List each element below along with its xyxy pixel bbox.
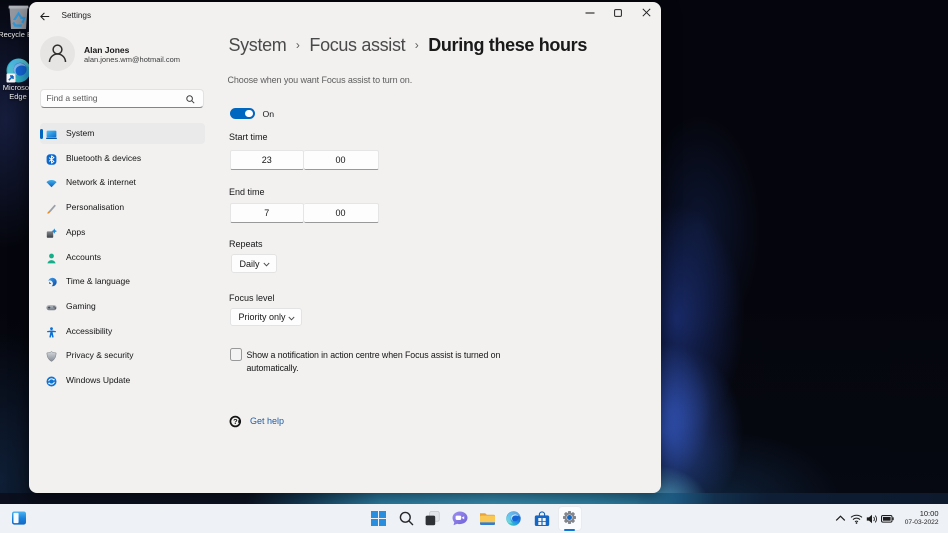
svg-text:?: ? — [233, 417, 238, 426]
